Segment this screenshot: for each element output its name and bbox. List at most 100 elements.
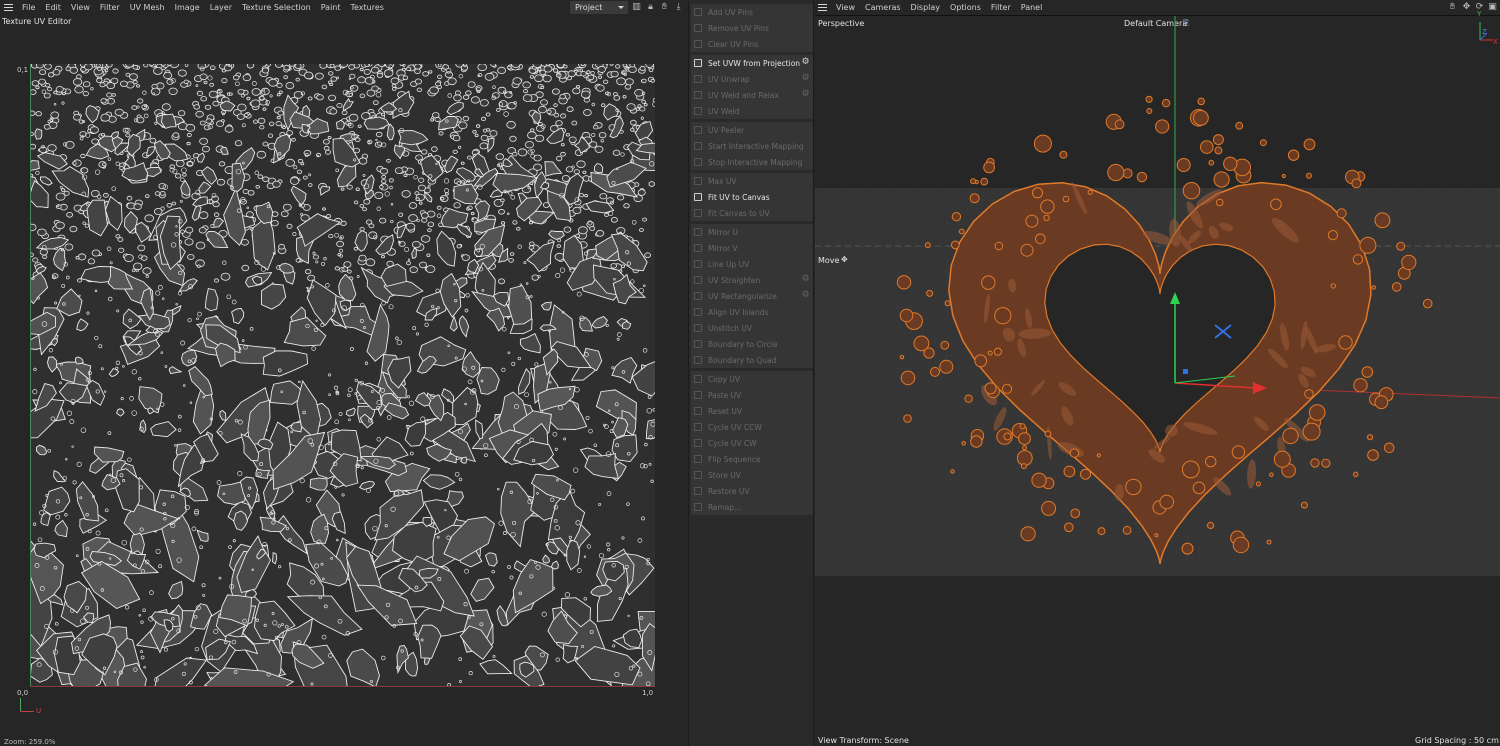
command-max-uv[interactable]: Max UV [691, 173, 813, 189]
command-start-interactive-mapping[interactable]: Start Interactive Mapping [691, 138, 813, 154]
command-uv-rectangularize[interactable]: UV Rectangularize ⚙ [691, 288, 813, 304]
uv-gizmo-v-axis [20, 698, 21, 712]
command-set-uvw-from-projection[interactable]: Set UVW from Projection ⚙ [691, 55, 813, 71]
command-icon [694, 193, 702, 201]
gear-icon[interactable]: ⚙ [801, 90, 810, 99]
command-boundary-to-circle[interactable]: Boundary to Circle [691, 336, 813, 352]
3d-viewport[interactable]: View Cameras Display Options Filter Pane… [815, 0, 1500, 746]
command-copy-uv[interactable]: Copy UV [691, 371, 813, 387]
lock-icon[interactable]: 🔒︎ [645, 2, 656, 13]
command-store-uv[interactable]: Store UV [691, 467, 813, 483]
command-unstitch-uv[interactable]: Unstitch UV [691, 320, 813, 336]
command-icon [694, 24, 702, 32]
chocolate-heart-splash[interactable] [896, 95, 1433, 565]
menu-texture-selection[interactable]: Texture Selection [237, 0, 316, 16]
gear-icon[interactable]: ⚙ [801, 291, 810, 300]
command-uv-weld-and-relax[interactable]: UV Weld and Relax ⚙ [691, 87, 813, 103]
command-group: UV Peeler Start Interactive Mapping Stop I… [691, 122, 813, 170]
command-line-up-uv[interactable]: Line Up UV [691, 256, 813, 272]
menu-image[interactable]: Image [170, 0, 205, 16]
command-label: Line Up UV [708, 259, 750, 269]
menu-uv-mesh[interactable]: UV Mesh [125, 0, 170, 16]
uv-commands-panel: Add UV Pins Remove UV Pins Clear UV Pins Se… [688, 0, 814, 746]
uv-gizmo-u-axis [20, 711, 34, 712]
command-add-uv-pins[interactable]: Add UV Pins [691, 4, 813, 20]
panel-title: Texture UV Editor [2, 17, 72, 26]
uv-canvas[interactable] [31, 64, 655, 686]
command-label: Remove UV Pins [708, 23, 769, 33]
menu-file[interactable]: File [17, 0, 40, 16]
command-icon [694, 228, 702, 236]
command-label: Max UV [708, 176, 737, 186]
command-label: Remap... [708, 502, 742, 512]
command-group: Max UV Fit UV to Canvas Fit Canvas to UV [691, 173, 813, 221]
uv-editor-panel: File Edit View Filter UV Mesh Image Laye… [0, 0, 688, 746]
coord-bottom-left: 0,0 [17, 689, 29, 697]
gizmo-center[interactable] [1183, 369, 1188, 374]
command-icon [694, 40, 702, 48]
command-reset-uv[interactable]: Reset UV [691, 403, 813, 419]
3d-scene [815, 16, 1500, 565]
command-align-uv-islands[interactable]: Align UV Islands [691, 304, 813, 320]
menu-edit[interactable]: Edit [40, 0, 66, 16]
command-label: Mirror V [708, 243, 738, 253]
command-icon [694, 455, 702, 463]
command-mirror-u[interactable]: Mirror U [691, 224, 813, 240]
command-icon [694, 75, 702, 83]
hamburger-menu-icon[interactable] [1, 0, 17, 16]
menu-layer[interactable]: Layer [205, 0, 237, 16]
command-label: Cycle UV CW [708, 438, 757, 448]
command-icon [694, 142, 702, 150]
command-fit-uv-to-canvas[interactable]: Fit UV to Canvas [691, 189, 813, 205]
orient-x-label: X [1493, 38, 1498, 46]
command-paste-uv[interactable]: Paste UV [691, 387, 813, 403]
command-icon [694, 487, 702, 495]
command-mirror-v[interactable]: Mirror V [691, 240, 813, 256]
command-uv-peeler[interactable]: UV Peeler [691, 122, 813, 138]
uv-menubar: File Edit View Filter UV Mesh Image Laye… [0, 0, 389, 16]
grid-spacing-label: Grid Spacing : 50 cm [1415, 736, 1499, 745]
command-cycle-uv-ccw[interactable]: Cycle UV CCW [691, 419, 813, 435]
gear-icon[interactable]: ⚙ [801, 58, 810, 67]
menu-filter[interactable]: Filter [95, 0, 125, 16]
command-label: UV Peeler [708, 125, 745, 135]
view-transform-label: View Transform: Scene [818, 736, 909, 745]
command-flip-sequence[interactable]: Flip Sequence [691, 451, 813, 467]
menu-textures[interactable]: Textures [346, 0, 389, 16]
command-icon [694, 260, 702, 268]
command-remove-uv-pins[interactable]: Remove UV Pins [691, 20, 813, 36]
command-icon [694, 126, 702, 134]
command-label: Mirror U [708, 227, 738, 237]
gear-icon[interactable]: ⚙ [801, 275, 810, 284]
command-icon [694, 340, 702, 348]
command-label: Clear UV Pins [708, 39, 759, 49]
command-boundary-to-quad[interactable]: Boundary to Quad [691, 352, 813, 368]
command-clear-uv-pins[interactable]: Clear UV Pins [691, 36, 813, 52]
command-uv-unwrap[interactable]: UV Unwrap ⚙ [691, 71, 813, 87]
command-restore-uv[interactable]: Restore UV [691, 483, 813, 499]
project-select[interactable]: Project [570, 1, 628, 14]
menu-paint[interactable]: Paint [316, 0, 346, 16]
command-uv-straighten[interactable]: UV Straighten ⚙ [691, 272, 813, 288]
histogram-icon[interactable]: ▥ [631, 2, 642, 13]
command-label: Flip Sequence [708, 454, 761, 464]
command-remap[interactable]: Remap... [691, 499, 813, 515]
command-group: Add UV Pins Remove UV Pins Clear UV Pins [691, 4, 813, 52]
orient-z-label: Z [1482, 28, 1487, 36]
command-icon [694, 308, 702, 316]
gear-icon[interactable]: ⚙ [801, 74, 810, 83]
menu-view[interactable]: View [66, 0, 95, 16]
command-label: UV Unwrap [708, 74, 750, 84]
command-cycle-uv-cw[interactable]: Cycle UV CW [691, 435, 813, 451]
command-label: Stop Interactive Mapping [708, 157, 803, 167]
command-label: Boundary to Quad [708, 355, 777, 365]
download-icon[interactable]: ⤓ [673, 2, 684, 13]
command-fit-canvas-to-uv[interactable]: Fit Canvas to UV [691, 205, 813, 221]
command-label: Boundary to Circle [708, 339, 778, 349]
hand-icon[interactable]: ✋︎ [659, 2, 670, 13]
command-icon [694, 91, 702, 99]
command-icon [694, 107, 702, 115]
command-uv-weld[interactable]: UV Weld [691, 103, 813, 119]
coord-bottom-right: 1,0 [642, 689, 654, 697]
command-stop-interactive-mapping[interactable]: Stop Interactive Mapping [691, 154, 813, 170]
